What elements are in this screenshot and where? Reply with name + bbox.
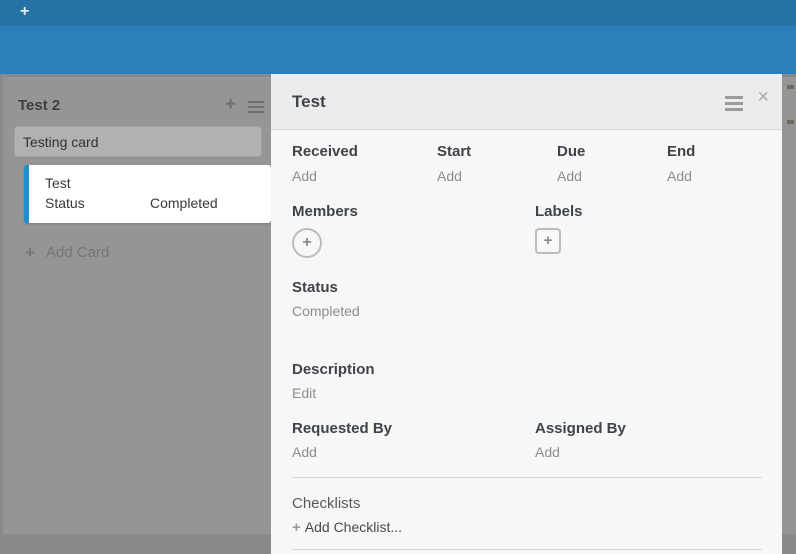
minicard-field-name: Status (45, 193, 150, 214)
card-composer-input[interactable] (14, 126, 262, 157)
requested-by-add-link[interactable]: Add (292, 444, 317, 460)
received-label: Received (292, 143, 358, 160)
add-member-button[interactable]: + (292, 228, 322, 258)
list-menu-icon[interactable] (248, 101, 264, 116)
due-label: Due (557, 143, 585, 160)
members-label: Members (292, 203, 358, 220)
minicard-test[interactable]: Test Status Completed (24, 165, 271, 223)
minicard-title: Test (45, 173, 271, 193)
plus-icon: + (292, 519, 301, 536)
card-detail-menu-icon[interactable] (725, 96, 743, 114)
add-checklist-label: Add Checklist... (305, 519, 402, 535)
card-detail-title[interactable]: Test (292, 92, 326, 112)
close-icon[interactable]: × (757, 87, 769, 107)
list-title[interactable]: Test 2 (18, 97, 60, 114)
next-list-peek-icon (787, 120, 794, 124)
top-navbar: + (0, 0, 796, 26)
due-add-link[interactable]: Add (557, 168, 582, 184)
status-label: Status (292, 279, 338, 296)
assigned-by-label: Assigned By (535, 420, 626, 437)
status-value[interactable]: Completed (292, 303, 360, 319)
card-detail-header: Test × (271, 74, 782, 130)
end-add-link[interactable]: Add (667, 168, 692, 184)
add-label-button[interactable]: + (535, 228, 561, 254)
add-checklist-button[interactable]: +Add Checklist... (292, 519, 402, 537)
divider (292, 549, 762, 550)
end-label: End (667, 143, 695, 160)
divider (292, 477, 762, 478)
start-add-link[interactable]: Add (437, 168, 462, 184)
add-board-icon[interactable]: + (20, 3, 29, 21)
requested-by-label: Requested By (292, 420, 392, 437)
list-test-2: Test 2 + Test Status Completed + Add Car… (3, 77, 271, 534)
board-navbar (0, 26, 796, 74)
received-add-link[interactable]: Add (292, 168, 317, 184)
checklists-label: Checklists (292, 495, 360, 512)
labels-label: Labels (535, 203, 583, 220)
description-edit-link[interactable]: Edit (292, 385, 316, 401)
start-label: Start (437, 143, 471, 160)
card-detail-panel: Test × Received Add Start Add Due Add En… (271, 74, 782, 554)
minicard-field-value: Completed (150, 193, 218, 214)
assigned-by-add-link[interactable]: Add (535, 444, 560, 460)
next-list-peek-icon (787, 85, 794, 89)
plus-icon: + (25, 243, 35, 263)
list-add-card-icon[interactable]: + (225, 94, 236, 116)
description-label: Description (292, 361, 375, 378)
add-card-label: Add Card (46, 244, 109, 261)
